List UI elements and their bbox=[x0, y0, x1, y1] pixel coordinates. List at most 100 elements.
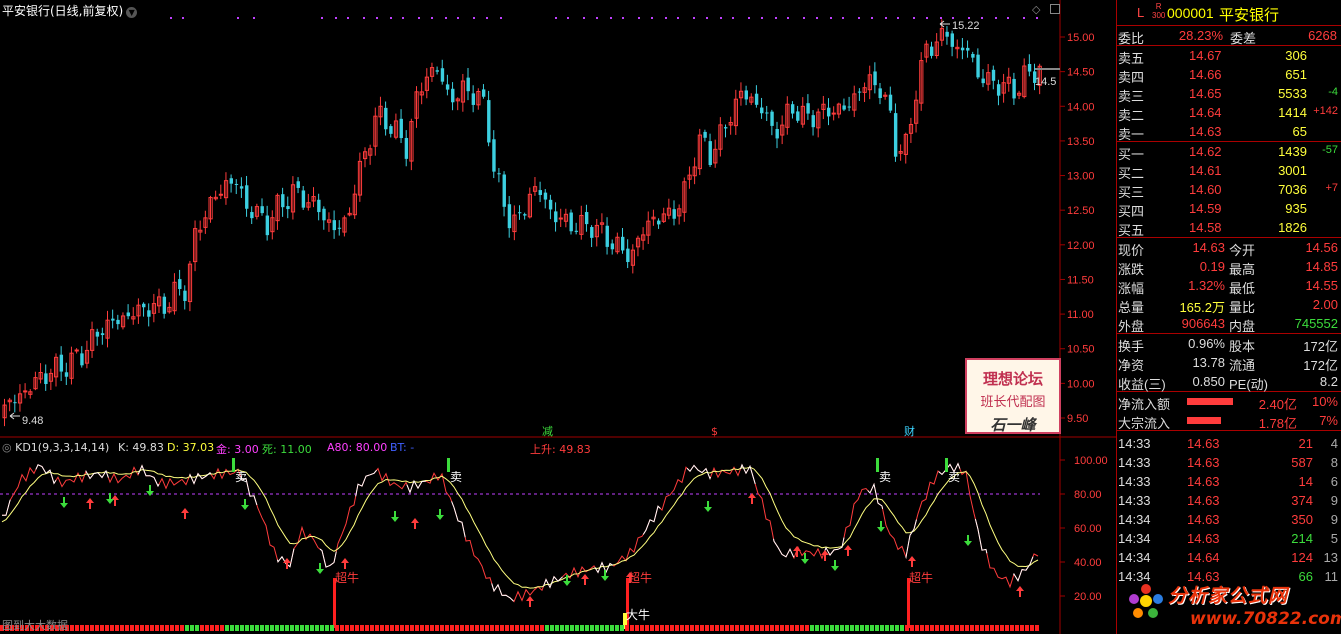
signal-strip-cell bbox=[390, 625, 394, 631]
indicator-name[interactable]: ◎ KD1(9,3,3,14,14) bbox=[2, 441, 109, 454]
tick-volume: 374 bbox=[1291, 493, 1313, 508]
signal-strip-cell bbox=[665, 625, 669, 631]
stat-row: 现价 14.63 今开 14.56 bbox=[1117, 238, 1341, 258]
tick-list[interactable]: 14:33 14.63 21 4 14:33 14.63 587 8 14:33 14.63 14 6… bbox=[1117, 431, 1341, 586]
low-arrow-icon bbox=[9, 412, 20, 420]
signal-strip-cell bbox=[350, 625, 354, 631]
chart-area[interactable]: 15.00 14.50 14.00 13.50 13.00 12.50 12.00 11.50… bbox=[0, 0, 1116, 634]
candle-body bbox=[399, 118, 403, 139]
signal-strip-cell bbox=[855, 625, 859, 631]
maximize-icon[interactable] bbox=[1050, 4, 1060, 14]
tick-row[interactable]: 14:33 14.63 587 8 bbox=[1117, 453, 1341, 472]
sell-label[interactable]: 卖 bbox=[450, 470, 462, 484]
super-bull-label[interactable]: 超牛 bbox=[335, 570, 359, 585]
diamond-icon[interactable]: ◇ bbox=[1032, 3, 1040, 16]
candle-body bbox=[724, 127, 728, 129]
tick-count: 6 bbox=[1330, 474, 1338, 489]
bid-row[interactable]: 买二 14.61 3001 bbox=[1117, 161, 1341, 181]
signal-strip-cell bbox=[590, 625, 594, 631]
tick-row[interactable]: 14:33 14.63 374 9 bbox=[1117, 491, 1341, 510]
stat-value: 1.32% bbox=[1188, 278, 1225, 293]
tick-row[interactable]: 14:34 14.64 124 13 bbox=[1117, 548, 1341, 567]
tick-price: 14.63 bbox=[1187, 474, 1220, 489]
signal-dot bbox=[253, 17, 255, 19]
up-arrow-icon bbox=[1016, 586, 1024, 597]
bid-row[interactable]: 买四 14.59 935 bbox=[1117, 199, 1341, 219]
signal-strip-cell bbox=[1015, 625, 1019, 631]
candlestick-chart[interactable]: 15.00 14.50 14.00 13.50 13.00 12.50 12.00 11.50… bbox=[0, 0, 1116, 438]
signal-strip-cell bbox=[850, 625, 854, 631]
quote-header: L R 300 000001 平安银行 bbox=[1117, 0, 1341, 26]
signal-strip-cell bbox=[645, 625, 649, 631]
price-label: 11.50 bbox=[1067, 274, 1094, 286]
stats2-list: 换手 0.96% 股本 172亿 净资 13.78 流通 172亿 收益(三) 0.850 PE(动… bbox=[1117, 334, 1341, 392]
ask-row[interactable]: 卖一 14.63 65 bbox=[1117, 122, 1341, 142]
signal-strip-cell bbox=[175, 625, 179, 631]
signal-strip-cell bbox=[795, 625, 799, 631]
signal-strip-cell bbox=[130, 625, 134, 631]
tick-row[interactable]: 14:33 14.63 21 4 bbox=[1117, 434, 1341, 453]
tick-row[interactable]: 14:33 14.63 14 6 bbox=[1117, 472, 1341, 491]
signal-strip-cell bbox=[550, 625, 554, 631]
tick-volume: 214 bbox=[1291, 531, 1313, 546]
candle-body bbox=[265, 215, 270, 236]
signal-strip-cell bbox=[400, 625, 404, 631]
big-bull-label[interactable]: 大牛 bbox=[626, 607, 650, 622]
candle-body bbox=[584, 212, 589, 225]
candle-body bbox=[744, 90, 748, 100]
event-marker[interactable]: 财 bbox=[904, 424, 915, 438]
ind-axis-label: 40.00 bbox=[1074, 557, 1102, 569]
signal-strip-cell bbox=[705, 625, 709, 631]
signal-dot bbox=[1036, 17, 1038, 19]
signal-strip-cell bbox=[500, 625, 504, 631]
bid-row[interactable]: 买五 14.58 1826 bbox=[1117, 218, 1341, 238]
signal-strip-cell bbox=[385, 625, 389, 631]
stat-row: 换手 0.96% 股本 172亿 bbox=[1117, 334, 1341, 354]
signal-strip-cell bbox=[90, 625, 94, 631]
stock-name[interactable]: 平安银行 bbox=[1219, 4, 1279, 25]
sell-label[interactable]: 卖 bbox=[948, 470, 960, 484]
signal-strip-cell bbox=[580, 625, 584, 631]
signal-strip-cell bbox=[410, 625, 414, 631]
down-arrow-icon bbox=[436, 509, 444, 520]
candle-body bbox=[260, 206, 264, 214]
event-marker[interactable]: $ bbox=[711, 425, 718, 438]
sell-label[interactable]: 卖 bbox=[879, 470, 891, 484]
signal-strip-cell bbox=[290, 625, 294, 631]
super-bull-label[interactable]: 超牛 bbox=[909, 570, 933, 585]
chart-title[interactable]: 平安银行(日线,前复权) ▼ bbox=[2, 2, 138, 19]
signal-dot bbox=[732, 17, 734, 19]
signal-dot bbox=[952, 17, 954, 19]
ask-row[interactable]: 卖五 14.67 306 bbox=[1117, 46, 1341, 66]
signal-strip-cell bbox=[875, 625, 879, 631]
signal-strip-cell bbox=[440, 625, 444, 631]
bid-row[interactable]: 买三 14.60 7036 +7 bbox=[1117, 180, 1341, 200]
signal-strip-cell bbox=[600, 625, 604, 631]
stat-value: 8.2 bbox=[1319, 374, 1338, 389]
super-bull-label[interactable]: 超牛 bbox=[628, 570, 652, 585]
ask-row[interactable]: 卖四 14.66 651 bbox=[1117, 65, 1341, 85]
tick-row[interactable]: 14:34 14.63 214 5 bbox=[1117, 529, 1341, 548]
sell-label[interactable]: 卖 bbox=[235, 470, 247, 484]
candle-body bbox=[471, 93, 476, 105]
bt-value: BT: - bbox=[390, 441, 415, 454]
ask-row[interactable]: 卖三 14.65 5533 -4 bbox=[1117, 84, 1341, 104]
candle-body bbox=[878, 88, 882, 99]
dropdown-icon[interactable]: ▼ bbox=[126, 7, 138, 18]
tick-count: 9 bbox=[1330, 512, 1338, 527]
ask-row[interactable]: 卖二 14.64 1414 +142 bbox=[1117, 103, 1341, 123]
up-arrow-icon bbox=[181, 508, 189, 519]
candle-body bbox=[518, 212, 522, 214]
signal-strip-cell bbox=[765, 625, 769, 631]
event-marker[interactable]: 减 bbox=[542, 425, 553, 438]
signal-strip-cell bbox=[140, 625, 144, 631]
stock-code[interactable]: 000001 bbox=[1167, 5, 1214, 21]
r300-flag: R 300 bbox=[1152, 2, 1166, 20]
signal-strip-cell bbox=[680, 625, 684, 631]
kd-indicator-chart[interactable]: 100.00 80.00 60.00 40.00 20.00 卖 卖 卖 卖超牛 超牛 超牛大牛 bbox=[0, 438, 1116, 634]
stat-label: 内盘 bbox=[1229, 319, 1256, 334]
tick-row[interactable]: 14:34 14.63 350 9 bbox=[1117, 510, 1341, 529]
stat-value: 906643 bbox=[1181, 316, 1225, 331]
bid-row[interactable]: 买一 14.62 1439 -57 bbox=[1117, 142, 1341, 162]
signal-strip-cell bbox=[470, 625, 474, 631]
